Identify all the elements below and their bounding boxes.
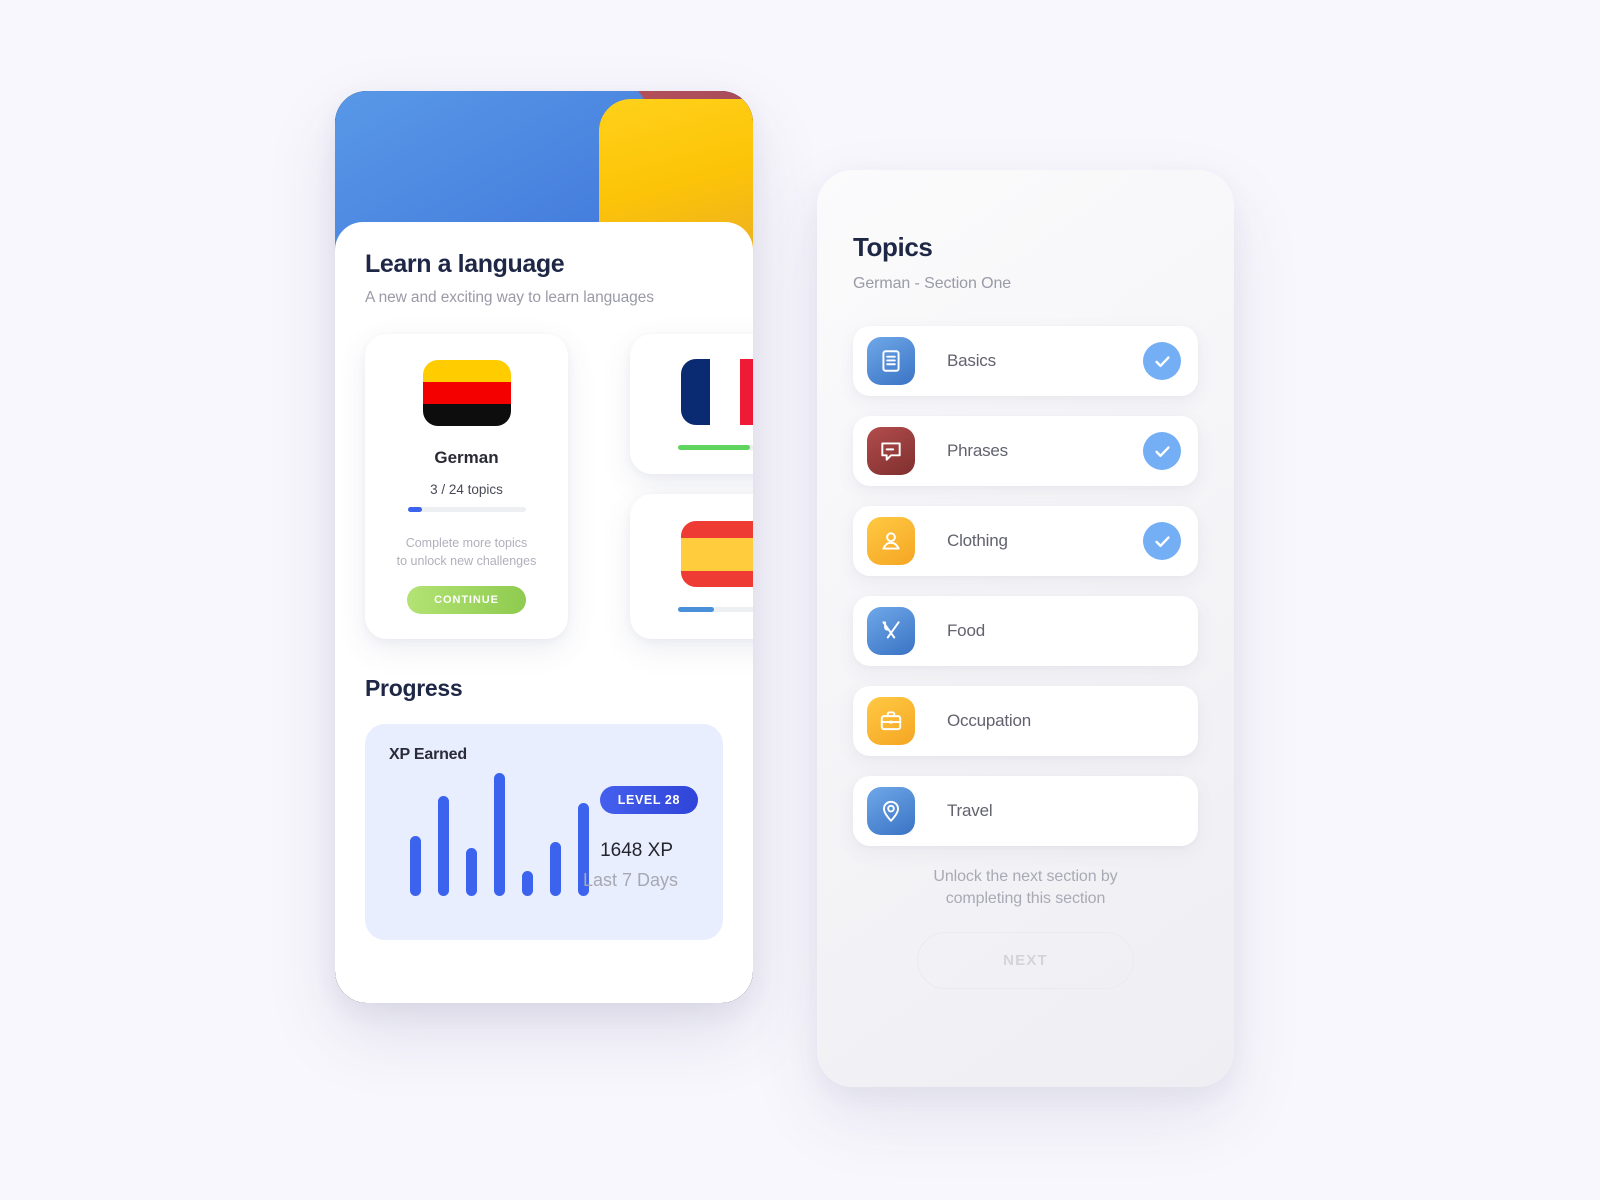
language-name: German <box>434 448 499 467</box>
next-section-hint-line1: Unlock the next section by <box>933 868 1118 885</box>
topic-label: Occupation <box>947 711 1031 730</box>
next-section-hint-line2: completing this section <box>945 889 1106 907</box>
topic-label: Food <box>947 621 985 640</box>
topics-count: 3 / 24 topics <box>430 482 503 497</box>
person-icon <box>867 517 915 565</box>
progress-heading: Progress <box>365 675 463 701</box>
xp-card-title: XP Earned <box>389 746 467 763</box>
french-flag-icon <box>681 358 753 425</box>
topic-row-phrases[interactable]: Phrases <box>853 416 1198 486</box>
left-phone-screen: Learn a language A new and exciting way … <box>335 91 753 1003</box>
unlock-hint-line2: to unlock new challenges <box>396 554 537 569</box>
completed-check-icon <box>1143 342 1181 380</box>
topic-label: Clothing <box>947 531 1008 550</box>
completed-check-icon <box>1143 522 1181 560</box>
language-card-german[interactable]: German 3 / 24 topics Complete more topic… <box>365 334 568 639</box>
german-progress-track <box>407 507 526 512</box>
app-canvas: Learn a language A new and exciting way … <box>0 0 1600 1200</box>
spanish-progress-track <box>677 607 753 612</box>
topic-row-clothing[interactable]: Clothing <box>853 506 1198 576</box>
cutlery-icon <box>867 607 915 655</box>
chat-icon <box>867 427 915 475</box>
xp-total-value: 1648 XP <box>600 840 673 861</box>
topic-label: Basics <box>947 351 996 370</box>
topics-subtitle: German - Section One <box>853 275 1012 292</box>
topic-label: Phrases <box>947 441 1008 460</box>
topic-row-basics[interactable]: Basics <box>853 326 1198 396</box>
next-button[interactable]: NEXT <box>917 932 1134 990</box>
german-progress-fill <box>407 507 423 512</box>
topic-label: Travel <box>947 801 993 820</box>
unlock-hint-line1: Complete more topics <box>405 536 528 550</box>
topic-row-travel[interactable]: Travel <box>853 776 1198 846</box>
document-icon <box>867 337 915 385</box>
unlock-hint: Complete more topics to unlock new chall… <box>397 534 537 570</box>
language-card-spanish[interactable] <box>630 494 753 639</box>
chart-bar <box>494 772 505 896</box>
level-badge: LEVEL 28 <box>599 786 698 814</box>
content-sheet: Learn a language A new and exciting way … <box>335 222 753 1003</box>
completed-check-icon <box>1143 432 1181 470</box>
spanish-progress-fill <box>677 607 714 612</box>
topic-row-occupation[interactable]: Occupation <box>853 686 1198 756</box>
xp-earned-card: XP Earned LEVEL 28 1648 XP Last 7 Days <box>365 724 723 940</box>
continue-button[interactable]: CONTINUE <box>407 586 526 615</box>
topics-list: Basics Phrases Clothing Food Occupation Trave… <box>853 326 1198 846</box>
french-progress-fill <box>677 444 750 450</box>
next-section-hint: Unlock the next section by completing th… <box>853 866 1198 909</box>
topics-title: Topics <box>853 232 933 262</box>
page-subtitle: A new and exciting way to learn language… <box>365 289 654 306</box>
map-pin-icon <box>867 787 915 835</box>
right-phone-screen: Topics German - Section One Basics Phrase… <box>817 170 1234 1087</box>
german-flag-icon <box>422 360 511 426</box>
spanish-flag-icon <box>681 521 753 587</box>
language-card-french[interactable] <box>630 334 753 474</box>
xp-period-label: Last 7 Days <box>582 870 678 890</box>
chart-bar <box>550 842 561 896</box>
briefcase-icon <box>867 697 915 745</box>
chart-bar <box>466 847 477 896</box>
chart-bar <box>522 871 533 896</box>
language-cards: German 3 / 24 topics Complete more topic… <box>365 334 753 639</box>
chart-bar <box>438 796 449 896</box>
chart-bar <box>410 836 421 896</box>
french-progress-track <box>677 444 753 450</box>
topic-row-food[interactable]: Food <box>853 596 1198 666</box>
xp-bar-chart <box>410 771 595 896</box>
page-title: Learn a language <box>365 250 565 278</box>
